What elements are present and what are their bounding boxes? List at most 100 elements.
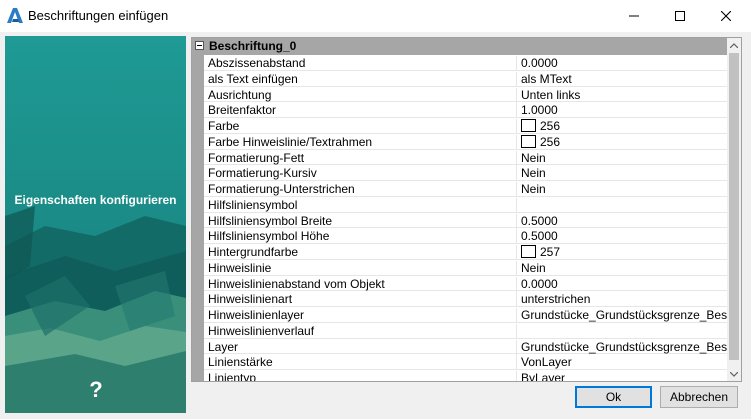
property-value[interactable]: 0.5000 xyxy=(516,213,731,229)
property-row[interactable]: Hintergrundfarbe 257 xyxy=(192,243,727,260)
property-name: Hilfsliniensymbol Breite xyxy=(208,213,333,228)
row-gutter xyxy=(192,258,204,276)
sidebar-landscape-image xyxy=(5,36,186,413)
property-row[interactable]: Breitenfaktor 1.0000 xyxy=(192,101,727,119)
sidebar-title: Eigenschaften konfigurieren xyxy=(14,193,177,207)
property-row[interactable]: Ausrichtung Unten links xyxy=(192,85,727,103)
property-value-text: 0.5000 xyxy=(521,229,558,244)
property-row[interactable]: Hilfsliniensymbol Höhe 0.5000 xyxy=(192,227,727,245)
row-gutter xyxy=(192,180,204,197)
property-name: Abszissenabstand xyxy=(208,56,306,70)
property-value[interactable]: Nein xyxy=(516,166,731,182)
property-name: Hilfsliniensymbol xyxy=(208,197,298,212)
row-gutter xyxy=(192,195,204,213)
property-row[interactable]: Hilfsliniensymbol xyxy=(192,195,727,213)
scroll-up-button[interactable] xyxy=(727,38,741,52)
property-value-text: 0.5000 xyxy=(521,213,558,228)
property-row[interactable]: Layer Grundstücke_Grundstücksgrenze_Besch… xyxy=(192,337,731,355)
color-swatch-icon xyxy=(521,119,536,132)
property-value[interactable]: 256 xyxy=(516,119,731,134)
property-value-text: ByLayer xyxy=(521,371,566,382)
help-icon[interactable]: ? xyxy=(85,377,107,403)
property-value[interactable]: 0.0000 xyxy=(516,276,731,292)
property-name: Formatierung-Fett xyxy=(208,150,305,165)
property-value[interactable]: 256 xyxy=(516,134,731,150)
property-row[interactable]: Formatierung-Kursiv Nein xyxy=(192,164,727,182)
scroll-thumb[interactable] xyxy=(729,53,739,360)
property-name: Hinweislinienlayer xyxy=(208,308,305,322)
property-value-text: unterstrichen xyxy=(521,292,591,307)
property-value[interactable] xyxy=(516,197,731,213)
property-row[interactable]: Abszissenabstand 0.0000 xyxy=(192,54,727,71)
property-value-text: Grundstücke_Grundstücksgrenze_Beschr... xyxy=(521,308,731,322)
collapse-icon[interactable] xyxy=(195,41,204,50)
property-name: Hinweislinie xyxy=(208,260,272,275)
property-row[interactable]: Farbe Hinweislinie/Textrahmen 256 xyxy=(192,132,727,150)
row-gutter xyxy=(192,148,204,166)
row-gutter xyxy=(192,274,204,292)
vertical-scrollbar[interactable] xyxy=(727,38,741,381)
property-row[interactable]: als Text einfügen als MText xyxy=(192,69,727,87)
row-gutter xyxy=(192,69,204,87)
category-label: Beschriftung_0 xyxy=(209,39,297,53)
property-row[interactable]: Hinweislinienverlauf xyxy=(192,321,727,339)
property-value-text: Nein xyxy=(521,166,546,181)
property-row[interactable]: Formatierung-Fett Nein xyxy=(192,148,727,166)
property-name: Breitenfaktor xyxy=(208,103,277,118)
color-swatch-icon xyxy=(521,134,536,148)
property-value[interactable]: Nein xyxy=(516,260,731,276)
property-value[interactable]: 1.0000 xyxy=(516,103,731,119)
property-value-text: 256 xyxy=(540,119,561,133)
property-row[interactable]: Hinweislinienart unterstrichen xyxy=(192,290,727,308)
property-row[interactable]: Hinweislinienabstand vom Objekt 0.0000 xyxy=(192,274,727,292)
row-gutter xyxy=(192,132,204,150)
row-gutter xyxy=(192,54,204,71)
property-row[interactable]: Hinweislinie Nein xyxy=(192,258,727,276)
property-value-text: Unten links xyxy=(521,87,581,102)
property-value[interactable]: VonLayer xyxy=(516,355,731,371)
property-value-text: Nein xyxy=(521,182,546,196)
minimize-button[interactable] xyxy=(611,0,657,31)
cancel-button[interactable]: Abbrechen xyxy=(660,386,738,408)
property-row[interactable]: Formatierung-Unterstrichen Nein xyxy=(192,180,727,197)
property-name: Formatierung-Unterstrichen xyxy=(208,182,355,196)
property-value[interactable]: Grundstücke_Grundstücksgrenze_Beschr... xyxy=(516,339,731,355)
row-gutter xyxy=(192,243,204,260)
property-value[interactable]: als MText xyxy=(516,71,731,87)
color-swatch-icon xyxy=(521,245,536,258)
property-value[interactable] xyxy=(516,323,731,339)
ok-button[interactable]: Ok xyxy=(575,386,652,408)
category-header[interactable]: Beschriftung_0 xyxy=(192,38,727,55)
row-gutter xyxy=(192,117,204,134)
row-gutter xyxy=(192,85,204,103)
property-row[interactable]: Hinweislinienlayer Grundstücke_Grundstück… xyxy=(192,306,731,323)
property-row[interactable]: Linientyp ByLayer xyxy=(192,369,727,381)
property-row[interactable]: Farbe 256 xyxy=(192,117,727,134)
property-value[interactable]: 257 xyxy=(516,245,731,260)
window-title: Beschriftungen einfügen xyxy=(28,8,169,23)
row-gutter xyxy=(192,164,204,181)
row-gutter xyxy=(192,337,204,355)
property-value[interactable]: Grundstücke_Grundstücksgrenze_Beschr... xyxy=(516,308,731,323)
row-gutter xyxy=(192,227,204,244)
property-name: Hinweislinienart xyxy=(208,292,293,307)
close-button[interactable] xyxy=(703,0,749,31)
property-value-text: Nein xyxy=(521,150,546,165)
property-value[interactable]: Unten links xyxy=(516,87,731,103)
property-row[interactable]: Hilfsliniensymbol Breite 0.5000 xyxy=(192,211,727,229)
property-value[interactable]: 0.0000 xyxy=(516,56,731,71)
scroll-down-button[interactable] xyxy=(727,367,741,381)
property-value[interactable]: ByLayer xyxy=(516,371,731,382)
property-value[interactable]: 0.5000 xyxy=(516,229,731,245)
property-value-text: Grundstücke_Grundstücksgrenze_Beschr... xyxy=(521,339,731,354)
property-value[interactable]: unterstrichen xyxy=(516,292,731,308)
property-value[interactable]: Nein xyxy=(516,182,731,197)
row-gutter xyxy=(192,211,204,229)
property-value[interactable]: Nein xyxy=(516,150,731,166)
property-row[interactable]: Linienstärke VonLayer xyxy=(192,353,727,371)
maximize-icon xyxy=(675,10,685,21)
property-grid: Beschriftung_0 Abszissenabstand 0.0000 als… xyxy=(191,37,742,382)
property-name: Farbe xyxy=(208,119,240,133)
property-name: Formatierung-Kursiv xyxy=(208,166,317,181)
maximize-button[interactable] xyxy=(657,0,703,31)
